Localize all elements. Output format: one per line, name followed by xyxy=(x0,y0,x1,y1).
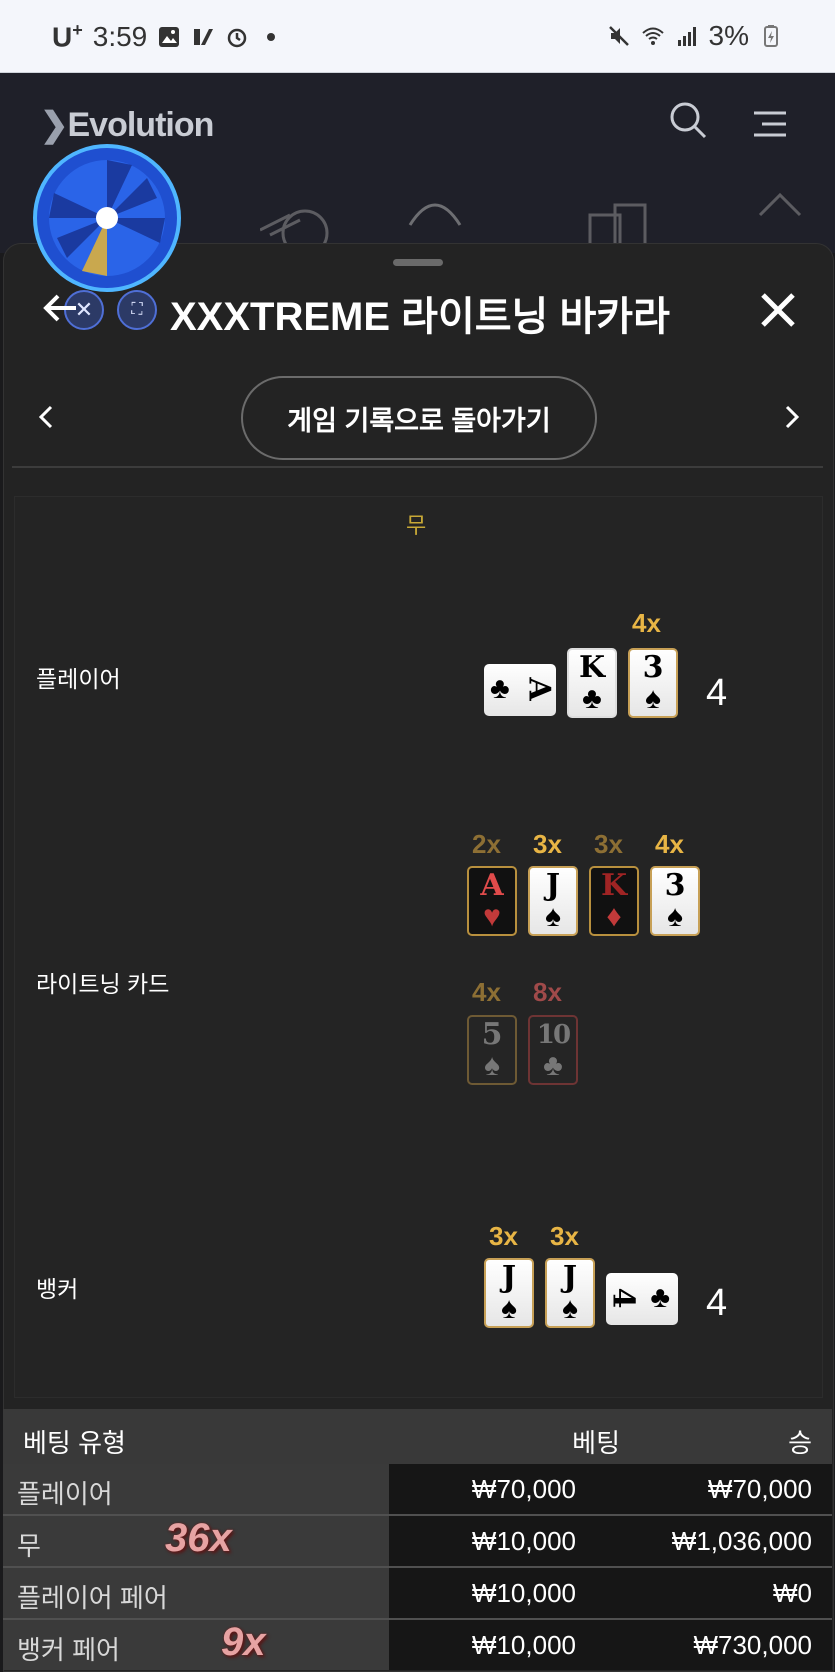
lightning-card-5: 5 ♠ xyxy=(467,1015,517,1085)
bet-amount: ₩70,000 xyxy=(471,1474,576,1504)
bet-amount: ₩10,000 xyxy=(471,1630,576,1660)
table-row: 플레이어 페어 ₩10,000 ₩0 xyxy=(3,1568,832,1618)
banker-card-3: 4 ♣ xyxy=(605,1273,678,1325)
banker-card-1: J ♠ xyxy=(484,1258,534,1328)
battery-percent: 3% xyxy=(708,20,749,51)
lucky-wheel-widget[interactable] xyxy=(32,143,182,293)
wheel-expand-button[interactable]: ⛶ xyxy=(117,290,157,330)
clock: 3:59 xyxy=(92,20,148,52)
menu-icon[interactable] xyxy=(752,110,788,138)
next-game-button[interactable] xyxy=(782,402,802,432)
player-card-3: 3 ♠ xyxy=(628,648,678,718)
banker-card-2-multiplier: 3x xyxy=(550,1221,579,1251)
multiplier-badge: 9x xyxy=(221,1620,266,1664)
round-result xyxy=(14,496,823,1398)
close-icon[interactable] xyxy=(758,290,798,330)
player-total: 4 xyxy=(706,672,728,714)
carrier-label: U+ xyxy=(52,20,83,53)
bet-amount: ₩10,000 xyxy=(471,1526,576,1556)
lightning-5-multiplier: 4x xyxy=(472,977,501,1007)
mute-icon xyxy=(608,26,629,46)
banker-card-1-multiplier: 3x xyxy=(489,1221,518,1251)
lightning-1-multiplier: 2x xyxy=(472,829,501,859)
bet-type: 무 xyxy=(17,1531,41,1561)
lightning-label: 라이트닝 카드 xyxy=(36,971,170,997)
app-icon xyxy=(194,28,214,45)
win-amount: ₩0 xyxy=(773,1578,812,1608)
player-label: 플레이어 xyxy=(36,666,121,692)
outcome-label: 무 xyxy=(406,513,427,538)
lightning-card-4: 3 ♠ xyxy=(650,866,700,936)
lightning-3-multiplier: 3x xyxy=(594,829,623,859)
previous-game-button[interactable] xyxy=(36,402,56,432)
lightning-card-6: 10 ♣ xyxy=(528,1015,578,1085)
table-row: 플레이어 ₩70,000 ₩70,000 xyxy=(3,1464,832,1514)
signal-icon xyxy=(677,27,696,46)
win-amount: ₩1,036,000 xyxy=(671,1526,812,1556)
drag-handle[interactable] xyxy=(393,259,443,266)
player-card-1: ♣ A xyxy=(484,664,556,716)
lightning-card-2: J ♠ xyxy=(528,866,578,936)
bet-header: 베팅 xyxy=(572,1428,620,1458)
back-to-history-button[interactable]: 게임 기록으로 돌아가기 xyxy=(241,376,597,460)
bet-amount: ₩10,000 xyxy=(471,1578,576,1608)
table-row: 무 36x ₩10,000 ₩1,036,000 xyxy=(3,1516,832,1566)
divider xyxy=(12,466,823,468)
win-header: 승 xyxy=(788,1428,812,1458)
lightning-2-multiplier: 3x xyxy=(533,829,562,859)
player-card-2: K ♣ xyxy=(567,648,617,718)
bet-type: 플레이어 페어 xyxy=(17,1583,168,1613)
bet-table-header: 베팅 유형 베팅 승 xyxy=(3,1409,832,1467)
status-bar: U+ 3:59 3% xyxy=(0,0,835,73)
banker-label: 뱅커 xyxy=(36,1276,79,1302)
multiplier-badge: 36x xyxy=(165,1516,232,1560)
alarm-icon xyxy=(228,28,247,47)
search-icon[interactable] xyxy=(668,100,708,140)
panel-title: XXXTREME 라이트닝 바카라 xyxy=(170,295,670,339)
bet-type: 뱅커 페어 xyxy=(17,1635,120,1665)
lightning-card-3: K ♦ xyxy=(589,866,639,936)
bet-type: 플레이어 xyxy=(17,1479,113,1509)
win-amount: ₩70,000 xyxy=(707,1474,812,1504)
player-card-3-multiplier: 4x xyxy=(632,608,661,638)
back-arrow-icon[interactable] xyxy=(40,288,80,328)
evolution-logo: ❯Evolution xyxy=(40,106,214,144)
wifi-icon xyxy=(641,27,664,45)
win-amount: ₩730,000 xyxy=(693,1630,812,1660)
bet-type-header: 베팅 유형 xyxy=(23,1428,126,1458)
game-icons-decoration xyxy=(260,192,802,245)
table-row: 뱅커 페어 9x ₩10,000 ₩730,000 xyxy=(3,1620,832,1670)
gallery-icon xyxy=(159,26,180,47)
lightning-6-multiplier: 8x xyxy=(533,977,562,1007)
banker-card-2: J ♠ xyxy=(545,1258,595,1328)
lightning-card-1: A ♥ xyxy=(467,866,517,936)
lightning-4-multiplier: 4x xyxy=(655,829,684,859)
dot-icon xyxy=(267,32,276,41)
battery-icon xyxy=(764,25,778,47)
banker-total: 4 xyxy=(706,1282,728,1324)
